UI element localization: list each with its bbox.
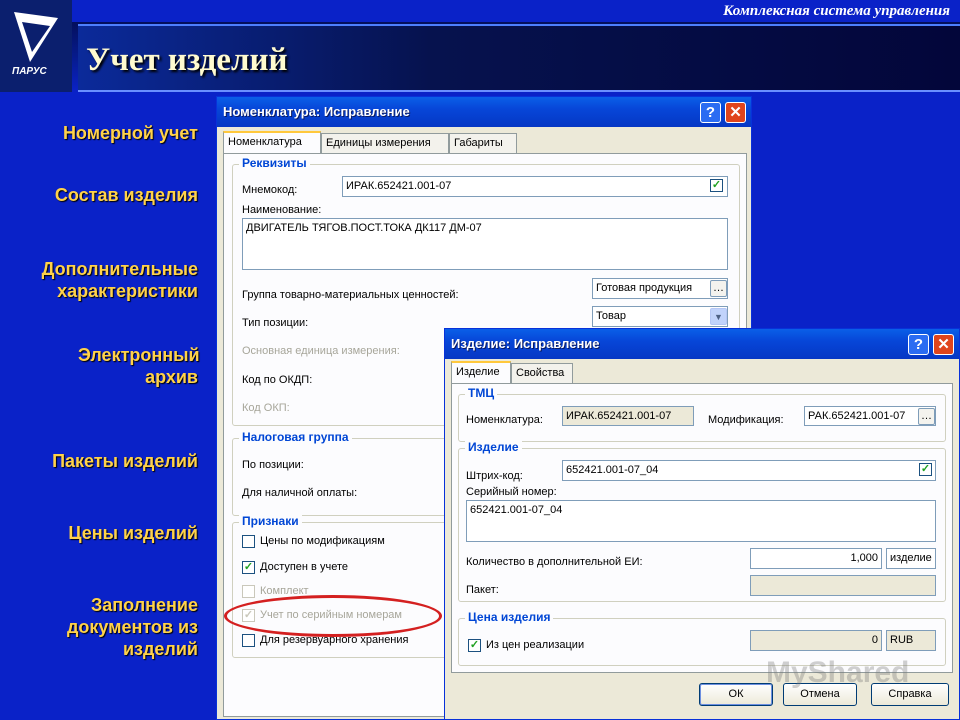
chevron-down-icon[interactable]: ▼	[710, 308, 727, 325]
nomenclature-field[interactable]: ИРАК.652421.001-07	[562, 406, 694, 426]
okdp-label: Код по ОКДП:	[242, 374, 313, 386]
headline-bar: Учет изделий	[78, 24, 960, 92]
nav-item-serial-accounting[interactable]: Номерной учет	[63, 122, 198, 144]
checkbox-available-in-accounting-label: Доступен в учете	[260, 561, 348, 573]
mnemocode-check-icon[interactable]: ✓	[710, 179, 723, 192]
nav-item-extra-characteristics[interactable]: Дополнительные характеристики	[8, 258, 198, 302]
qty-unit-field[interactable]: изделие	[886, 548, 936, 569]
logo-text: ПАРУС	[12, 66, 47, 77]
checkbox-kit	[242, 585, 255, 598]
package-label: Пакет:	[466, 584, 499, 596]
nav-menu: Номерной учет Состав изделия Дополнитель…	[0, 96, 210, 716]
nav-item-item-packages[interactable]: Пакеты изделий	[52, 450, 198, 472]
header: ПАРУС Комплексная система управления Уче…	[0, 0, 960, 92]
checkbox-tank-storage[interactable]	[242, 634, 255, 647]
by-position-label: По позиции:	[242, 459, 304, 471]
qty-field[interactable]: 1,000	[750, 548, 882, 569]
tab-dimensions[interactable]: Габариты	[449, 133, 517, 153]
barcode-field[interactable]: 652421.001-07_04	[562, 460, 936, 481]
position-type-select[interactable]: Товар	[592, 306, 728, 327]
slide: ПАРУС Комплексная система управления Уче…	[0, 0, 960, 720]
serial-number-field[interactable]: 652421.001-07_04	[466, 500, 936, 542]
name-label: Наименование:	[242, 204, 322, 216]
tab-units[interactable]: Единицы измерения	[321, 133, 449, 153]
group-tmc-label: ТМЦ	[465, 386, 498, 400]
tab-properties[interactable]: Свойства	[511, 363, 573, 383]
top-band: Комплексная система управления	[72, 0, 960, 22]
qty-add-unit-label: Количество в дополнительной ЕИ:	[466, 556, 643, 568]
tab-nomenclature[interactable]: Номенклатура	[223, 131, 321, 153]
goods-group-browse-button[interactable]: …	[710, 280, 727, 297]
subtitle: Комплексная система управления	[723, 3, 950, 19]
nomenclature-titlebar[interactable]: Номенклатура: Исправление ? ✕	[217, 97, 751, 127]
goods-group-field[interactable]: Готовая продукция	[592, 278, 728, 299]
nomenclature-tabs: Номенклатура Единицы измерения Габариты	[221, 131, 747, 153]
modification-label: Модификация:	[708, 414, 784, 426]
nomenclature-dialog-title: Номенклатура: Исправление	[223, 104, 410, 119]
base-unit-label: Основная единица измерения:	[242, 345, 400, 357]
name-field[interactable]: ДВИГАТЕЛЬ ТЯГОВ.ПОСТ.ТОКА ДК117 ДМ-07	[242, 218, 728, 270]
logo-icon	[14, 12, 58, 62]
checkbox-available-in-accounting[interactable]: ✓	[242, 561, 255, 574]
item-titlebar[interactable]: Изделие: Исправление ? ✕	[445, 329, 959, 359]
highlight-oval	[224, 595, 442, 637]
close-icon[interactable]: ✕	[933, 334, 954, 355]
package-field[interactable]	[750, 575, 936, 596]
checkbox-from-sale-prices[interactable]: ✓	[468, 639, 481, 652]
modification-browse-button[interactable]: …	[918, 408, 935, 425]
ok-button[interactable]: ОК	[699, 683, 773, 706]
mnemocode-label: Мнемокод:	[242, 184, 298, 196]
close-icon[interactable]: ✕	[725, 102, 746, 123]
group-price-label: Цена изделия	[465, 610, 554, 624]
item-dialog-title: Изделие: Исправление	[451, 336, 600, 351]
help-icon[interactable]: ?	[700, 102, 721, 123]
nav-item-fill-documents[interactable]: Заполнение документов из изделий	[18, 594, 198, 660]
item-panel: ТМЦ Номенклатура: ИРАК.652421.001-07 Мод…	[451, 383, 953, 673]
checkbox-from-sale-prices-label: Из цен реализации	[486, 639, 585, 651]
cash-payment-label: Для наличной оплаты:	[242, 487, 358, 499]
modification-field[interactable]: РАК.652421.001-07	[804, 406, 936, 426]
okp-label: Код ОКП:	[242, 402, 290, 414]
checkbox-prices-by-modification[interactable]	[242, 535, 255, 548]
nav-item-item-composition[interactable]: Состав изделия	[55, 184, 198, 206]
goods-group-label: Группа товарно-материальных ценностей:	[242, 289, 459, 301]
position-type-label: Тип позиции:	[242, 317, 309, 329]
group-signs-label: Признаки	[239, 514, 302, 528]
nav-item-electronic-archive[interactable]: Электронный архив	[78, 344, 200, 388]
help-icon[interactable]: ?	[908, 334, 929, 355]
barcode-label: Штрих-код:	[466, 470, 523, 482]
nav-item-item-prices[interactable]: Цены изделий	[68, 522, 198, 544]
barcode-check-icon[interactable]: ✓	[919, 463, 932, 476]
mnemocode-field[interactable]: ИРАК.652421.001-07	[342, 176, 728, 197]
watermark: MyShared	[766, 656, 910, 689]
group-item-label: Изделие	[465, 440, 522, 454]
group-tax-label: Налоговая группа	[239, 430, 352, 444]
currency-field[interactable]: RUB	[886, 630, 936, 651]
serial-number-label: Серийный номер:	[466, 486, 557, 498]
nomenclature-label: Номенклатура:	[466, 414, 543, 426]
page-title: Учет изделий	[86, 42, 288, 78]
group-requisites-label: Реквизиты	[239, 156, 310, 170]
tab-item[interactable]: Изделие	[451, 361, 511, 383]
checkbox-prices-by-modification-label: Цены по модификациям	[260, 535, 385, 547]
logo: ПАРУС	[0, 0, 72, 92]
price-field[interactable]: 0	[750, 630, 882, 651]
item-tabs: Изделие Свойства	[449, 361, 955, 383]
